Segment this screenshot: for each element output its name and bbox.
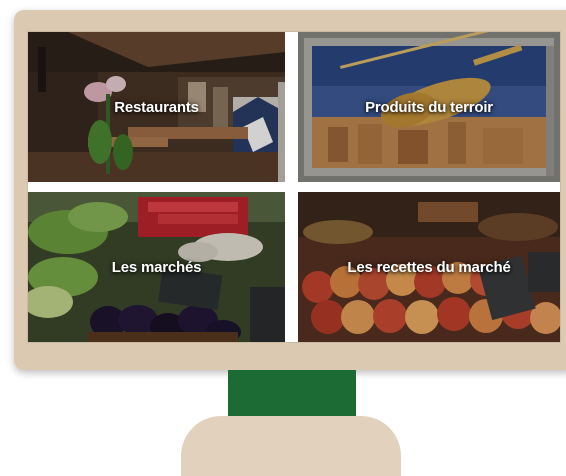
tile-les-recettes-du-marche[interactable]: Les recettes du marché <box>298 192 560 342</box>
tile-label-les-recettes-du-marche: Les recettes du marché <box>347 258 511 276</box>
tile-restaurants[interactable]: Restaurants <box>28 32 285 182</box>
tile-label-les-marches: Les marchés <box>111 258 202 276</box>
monitor-stand-base <box>181 416 401 476</box>
monitor-screen: Restaurants Produits du terroir Les marc… <box>28 32 560 342</box>
tile-label-produits-du-terroir: Produits du terroir <box>365 98 493 116</box>
tile-produits-du-terroir[interactable]: Produits du terroir <box>298 32 560 182</box>
monitor-stand-neck <box>228 370 356 418</box>
tile-label-restaurants: Restaurants <box>114 98 199 116</box>
tile-les-marches[interactable]: Les marchés <box>28 192 285 342</box>
